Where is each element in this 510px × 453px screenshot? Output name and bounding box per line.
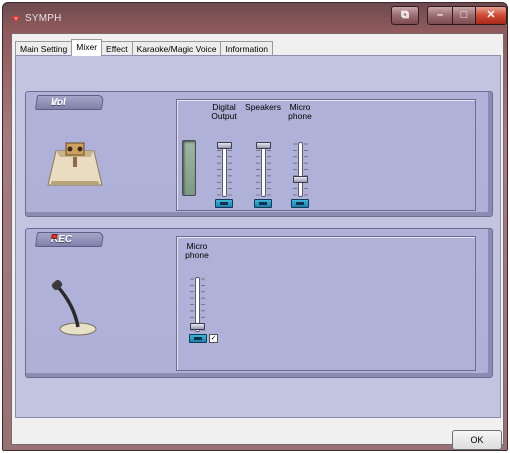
record-mixer-area: Micro phone ✓ bbox=[176, 236, 476, 371]
mute-button-speakers[interactable] bbox=[254, 199, 272, 208]
channel-label-speakers: Speakers bbox=[243, 103, 283, 112]
slider-ticks bbox=[293, 143, 297, 196]
maximize-button[interactable]: □ bbox=[452, 6, 476, 25]
slider-digital-output[interactable] bbox=[216, 142, 232, 197]
slider-microphone[interactable] bbox=[292, 142, 308, 197]
channel-label-microphone: Micro phone bbox=[285, 103, 315, 121]
microphone-stand-icon bbox=[51, 279, 97, 336]
maximize-icon: □ bbox=[460, 9, 468, 21]
volume-bars-icon: ııı bbox=[50, 97, 61, 108]
mixer-console-icon bbox=[47, 142, 103, 186]
channel-label-digital-output: Digital Output bbox=[205, 103, 243, 121]
slider-thumb[interactable] bbox=[217, 142, 232, 149]
record-badge: REC bbox=[34, 232, 105, 247]
volume-badge: Vol ııı bbox=[34, 95, 105, 110]
record-dot-icon bbox=[51, 234, 58, 239]
rec-slider-microphone[interactable] bbox=[189, 277, 205, 332]
tab-mixer[interactable]: Mixer bbox=[71, 39, 103, 56]
tab-main-setting[interactable]: Main Setting bbox=[15, 41, 73, 56]
minimize-icon: – bbox=[436, 9, 444, 21]
slider-thumb[interactable] bbox=[256, 142, 271, 149]
mute-button-digital-output[interactable] bbox=[215, 199, 233, 208]
volume-panel: Vol ııı Digital Output Speakers Micro ph… bbox=[25, 91, 493, 217]
tab-information[interactable]: Information bbox=[220, 41, 273, 56]
slider-thumb[interactable] bbox=[293, 175, 308, 183]
slider-track[interactable] bbox=[261, 142, 266, 197]
tab-effect[interactable]: Effect bbox=[101, 41, 133, 56]
window-switch-icon: ⧉ bbox=[401, 9, 409, 21]
record-panel: REC Micro phone ✓ bbox=[25, 228, 493, 378]
level-meter bbox=[182, 140, 196, 196]
close-icon: ✕ bbox=[486, 9, 496, 21]
mixer-page: Vol ııı Digital Output Speakers Micro ph… bbox=[15, 55, 501, 418]
rec-select-button-microphone[interactable] bbox=[189, 334, 207, 343]
volume-mixer-area: Digital Output Speakers Micro phone bbox=[176, 99, 476, 211]
channel-label-digital-output-text: Digital Output bbox=[211, 102, 237, 121]
client-area: Main Setting Mixer Effect Karaoke/Magic … bbox=[11, 33, 504, 450]
slider-ticks bbox=[267, 143, 271, 196]
channel-label-microphone-text: Micro phone bbox=[288, 102, 312, 121]
mute-button-microphone[interactable] bbox=[291, 199, 309, 208]
slider-ticks bbox=[228, 143, 232, 196]
channel-label-speakers-text: Speakers bbox=[245, 102, 281, 112]
rec-source-select-icon[interactable]: ✓ bbox=[209, 334, 218, 343]
title-bar[interactable]: SYMPH ⧉ – □ ✕ bbox=[3, 3, 507, 33]
slider-ticks bbox=[217, 143, 221, 196]
slider-ticks bbox=[256, 143, 260, 196]
app-logo-icon bbox=[12, 16, 20, 23]
minimize-button[interactable]: – bbox=[427, 6, 453, 25]
slider-speakers[interactable] bbox=[255, 142, 271, 197]
close-button[interactable]: ✕ bbox=[475, 6, 507, 25]
rec-channel-label-microphone-text: Micro phone bbox=[185, 241, 209, 260]
ok-button[interactable]: OK bbox=[452, 430, 502, 450]
rec-channel-label-microphone: Micro phone bbox=[182, 242, 212, 260]
tab-karaoke-magic-voice[interactable]: Karaoke/Magic Voice bbox=[131, 41, 222, 56]
slider-track[interactable] bbox=[298, 142, 303, 197]
slider-track[interactable] bbox=[222, 142, 227, 197]
slider-ticks bbox=[304, 143, 308, 196]
app-window: SYMPH ⧉ – □ ✕ Main Setting Mixer Effect … bbox=[2, 2, 508, 451]
slider-thumb[interactable] bbox=[190, 322, 205, 330]
window-title: SYMPH bbox=[25, 13, 62, 24]
tab-strip: Main Setting Mixer Effect Karaoke/Magic … bbox=[15, 39, 273, 56]
switch-window-button[interactable]: ⧉ bbox=[391, 6, 419, 25]
